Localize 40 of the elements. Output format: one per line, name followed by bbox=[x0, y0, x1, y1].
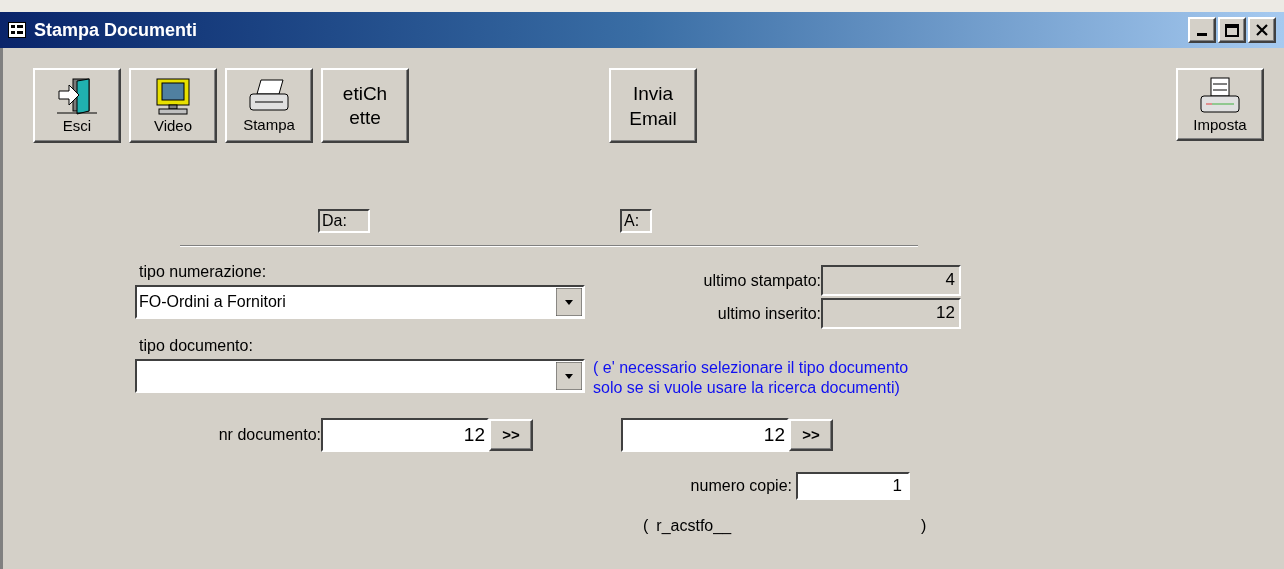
search-button[interactable]: >> bbox=[789, 419, 833, 451]
parenthesis: ) bbox=[921, 516, 927, 536]
close-button[interactable] bbox=[1248, 17, 1276, 43]
to-number-input[interactable]: 12 bbox=[621, 418, 789, 452]
dropdown-arrow-icon bbox=[556, 362, 582, 390]
toolbar-button[interactable]: etiCh ette bbox=[321, 68, 409, 143]
dropdown-arrow-icon bbox=[556, 288, 582, 316]
exit-door-icon bbox=[55, 76, 99, 117]
field-label: tipo numerazione: bbox=[139, 262, 268, 282]
toolbar-button[interactable]: Video bbox=[129, 68, 217, 143]
parenthesis: ( bbox=[643, 516, 649, 536]
printer-icon bbox=[1198, 75, 1242, 116]
toolbar-button[interactable]: Stampa bbox=[225, 68, 313, 143]
readonly-field: 4 bbox=[821, 265, 961, 296]
maximize-button[interactable] bbox=[1218, 17, 1246, 43]
report-name: r_acstfo__ bbox=[656, 516, 732, 537]
monitor-icon bbox=[153, 76, 193, 117]
field-label: tipo documento: bbox=[139, 336, 254, 356]
toolbar-button[interactable]: Esci bbox=[33, 68, 121, 143]
send-email-button[interactable]: Invia Email bbox=[609, 68, 697, 143]
minimize-button[interactable] bbox=[1188, 17, 1216, 43]
range-header: A: bbox=[620, 209, 652, 233]
from-number-input[interactable]: 12 bbox=[321, 418, 489, 452]
field-label: ultimo inserito: bbox=[717, 303, 821, 324]
field-label: numero copie: bbox=[689, 476, 793, 496]
copies-input[interactable]: 1 bbox=[796, 472, 910, 500]
field-label: nr documento: bbox=[217, 425, 321, 445]
maximize-icon bbox=[1225, 23, 1239, 37]
document-type-dropdown[interactable] bbox=[135, 359, 585, 393]
form-icon bbox=[8, 22, 26, 38]
field-label: ultimo stampato: bbox=[703, 270, 821, 291]
window-title: Stampa Documenti bbox=[34, 18, 198, 42]
setup-button[interactable]: Imposta bbox=[1176, 68, 1264, 141]
close-icon bbox=[1256, 24, 1268, 36]
range-header: Da: bbox=[318, 209, 370, 233]
minimize-icon bbox=[1197, 33, 1207, 36]
search-button[interactable]: >> bbox=[489, 419, 533, 451]
readonly-field: 12 bbox=[821, 298, 961, 329]
hint-text: ( e' necessario selezionare il tipo documento solo se si vuole usare la ricerca documenti) bbox=[593, 358, 910, 398]
numbering-dropdown[interactable]: FO-Ordini a Fornitori bbox=[135, 285, 585, 319]
